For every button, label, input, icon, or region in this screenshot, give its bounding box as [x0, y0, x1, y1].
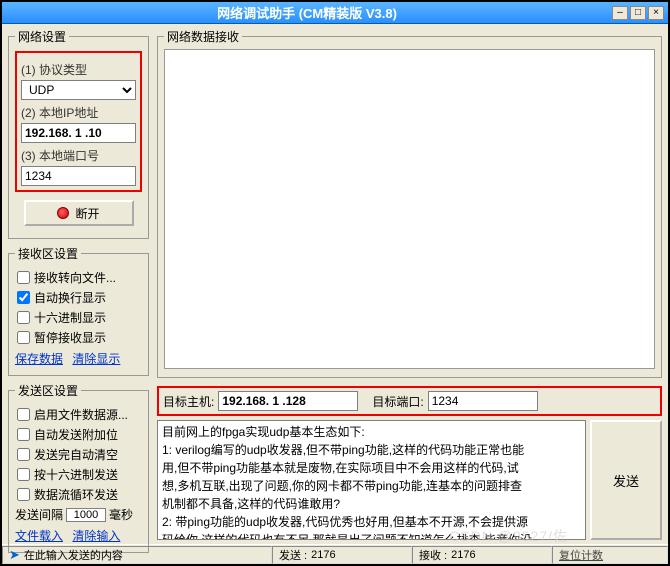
clear-display-link[interactable]: 清除显示: [72, 352, 120, 366]
auto-append-check[interactable]: [17, 428, 30, 441]
title-bar: 网络调试助手 (CM精装版 V3.8) – □ ×: [2, 2, 668, 24]
send-textarea[interactable]: 目前网上的fpga实现udp基本生态如下: 1: verilog编写的udp收发…: [157, 420, 586, 540]
local-port-input[interactable]: [21, 166, 136, 186]
local-ip-input[interactable]: [21, 123, 136, 143]
protocol-label: (1) 协议类型: [21, 61, 136, 78]
status-recv-label: 接收 :: [419, 547, 447, 563]
recv-settings-group: 接收区设置 接收转向文件... 自动换行显示 十六进制显示 暂停接收显示 保存数…: [8, 245, 149, 376]
target-port-input[interactable]: [428, 391, 538, 411]
status-ready-text: 在此输入发送的内容: [24, 547, 123, 563]
disconnect-label: 断开: [75, 205, 99, 222]
interval-label-pre: 发送间隔: [15, 506, 63, 523]
pause-recv-label: 暂停接收显示: [34, 329, 106, 346]
clear-input-link[interactable]: 清除输入: [72, 529, 120, 543]
status-send-count: 2176: [311, 549, 335, 561]
auto-clear-label: 发送完自动清空: [34, 446, 118, 463]
target-host-input[interactable]: [218, 391, 358, 411]
local-port-label: (3) 本地端口号: [21, 147, 136, 164]
target-port-label: 目标端口:: [372, 393, 423, 410]
window-title: 网络调试助手 (CM精装版 V3.8): [2, 3, 612, 22]
loop-send-label: 数据流循环发送: [34, 486, 118, 503]
hex-display-check[interactable]: [17, 311, 30, 324]
recv-settings-legend: 接收区设置: [15, 245, 81, 262]
hex-display-label: 十六进制显示: [34, 309, 106, 326]
loop-send-check[interactable]: [17, 488, 30, 501]
auto-wrap-label: 自动换行显示: [34, 289, 106, 306]
minimize-button[interactable]: –: [612, 6, 628, 20]
close-button[interactable]: ×: [648, 6, 664, 20]
recv-data-group: 网络数据接收: [157, 28, 662, 378]
file-source-check[interactable]: [17, 408, 30, 421]
auto-append-label: 自动发送附加位: [34, 426, 118, 443]
status-bar: ➤ 在此输入发送的内容 发送 : 2176 接收 : 2176 复位计数: [2, 544, 668, 564]
reset-counter-link[interactable]: 复位计数: [552, 546, 668, 564]
status-recv-count: 2176: [451, 549, 475, 561]
target-host-label: 目标主机:: [163, 393, 214, 410]
auto-clear-check[interactable]: [17, 448, 30, 461]
recv-to-file-label: 接收转向文件...: [34, 269, 116, 286]
interval-input[interactable]: [66, 508, 106, 522]
pause-recv-check[interactable]: [17, 331, 30, 344]
auto-wrap-check[interactable]: [17, 291, 30, 304]
network-settings-highlight: (1) 协议类型 UDP (2) 本地IP地址 (3) 本地端口号: [15, 51, 142, 192]
save-data-link[interactable]: 保存数据: [15, 352, 63, 366]
network-settings-legend: 网络设置: [15, 28, 69, 45]
disconnect-button[interactable]: 断开: [24, 200, 134, 226]
protocol-select[interactable]: UDP: [21, 80, 136, 100]
local-ip-label: (2) 本地IP地址: [21, 104, 136, 121]
hex-send-label: 按十六进制发送: [34, 466, 118, 483]
recv-to-file-check[interactable]: [17, 271, 30, 284]
hex-send-check[interactable]: [17, 468, 30, 481]
recv-data-legend: 网络数据接收: [164, 28, 242, 45]
target-bar: 目标主机: 目标端口:: [157, 386, 662, 416]
send-settings-legend: 发送区设置: [15, 382, 81, 399]
file-source-label: 启用文件数据源...: [34, 406, 128, 423]
send-button[interactable]: 发送: [590, 420, 662, 540]
maximize-button[interactable]: □: [630, 6, 646, 20]
send-settings-group: 发送区设置 启用文件数据源... 自动发送附加位 发送完自动清空 按十六进制发送…: [8, 382, 149, 553]
ready-icon: ➤: [9, 547, 20, 563]
recv-textarea[interactable]: [164, 49, 655, 369]
status-send-label: 发送 :: [279, 547, 307, 563]
record-icon: [57, 207, 69, 219]
network-settings-group: 网络设置 (1) 协议类型 UDP (2) 本地IP地址 (3) 本地端口号 断…: [8, 28, 149, 239]
interval-label-post: 毫秒: [109, 506, 133, 523]
file-load-link[interactable]: 文件载入: [15, 529, 63, 543]
